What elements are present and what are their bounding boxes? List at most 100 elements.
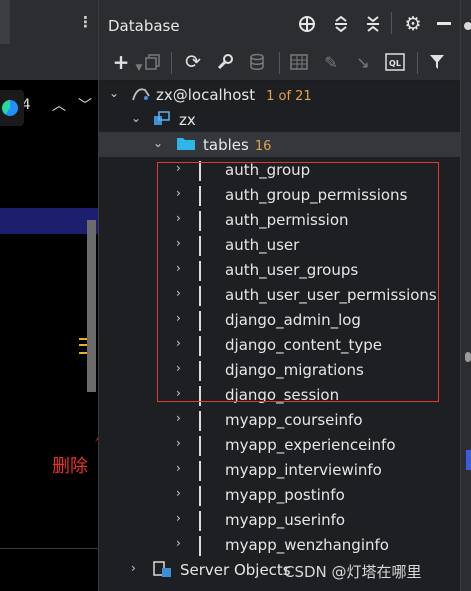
table-label: auth_user: [225, 236, 300, 254]
right-tool-strip: [460, 0, 471, 591]
tree-node-table[interactable]: › myapp_courseinfo: [99, 407, 461, 432]
divider: [391, 12, 392, 34]
chevron-down-icon[interactable]: ⌄: [153, 135, 165, 151]
tree-node-table[interactable]: › myapp_userinfo: [99, 507, 461, 532]
hide-panel-icon[interactable]: [433, 13, 455, 35]
table-label: auth_permission: [225, 211, 349, 229]
chevron-right-icon[interactable]: ›: [176, 185, 188, 201]
chevron-right-icon[interactable]: ›: [176, 160, 188, 176]
edit-icon[interactable]: ✎: [319, 50, 343, 74]
divider: [417, 52, 418, 74]
collapse-all-icon[interactable]: [363, 14, 383, 34]
wrench-icon[interactable]: [213, 50, 237, 74]
table-icon: [199, 386, 201, 406]
table-icon: [199, 211, 201, 231]
gear-icon[interactable]: ⚙: [402, 13, 424, 35]
table-label: auth_user_groups: [225, 261, 359, 279]
table-label: myapp_interviewinfo: [225, 461, 382, 479]
table-icon: [199, 436, 201, 456]
chevron-right-icon[interactable]: ›: [176, 235, 188, 251]
chevron-right-icon[interactable]: ›: [176, 485, 188, 501]
tree-node-table[interactable]: › myapp_interviewinfo: [99, 457, 461, 482]
table-icon: [199, 261, 201, 281]
table-label: django_admin_log: [225, 311, 361, 329]
tree-node-table[interactable]: › auth_user_user_permissions: [99, 282, 461, 307]
tree-node-tables-folder[interactable]: ⌄ tables 16: [99, 132, 461, 157]
annotation-text: 删除: [52, 456, 88, 477]
table-icon: [199, 186, 201, 206]
chevron-right-icon[interactable]: ›: [176, 385, 188, 401]
tree-node-table[interactable]: › auth_user_groups: [99, 257, 461, 282]
mysql-icon: [131, 86, 151, 106]
table-icon: [199, 461, 201, 481]
server-objects-label: Server Objects: [180, 561, 291, 579]
schema-icon: [153, 111, 171, 131]
expand-all-icon[interactable]: [331, 14, 351, 34]
tree-node-table[interactable]: › django_session: [99, 382, 461, 407]
panel-toolbar: + ▼ ⟳ ✎ ↘ QL: [99, 44, 461, 81]
ql-console-icon[interactable]: QL: [383, 50, 407, 74]
table-icon: [199, 336, 201, 356]
table-icon: [199, 536, 201, 556]
chevron-right-icon[interactable]: ›: [176, 310, 188, 326]
schema-label: zx: [179, 111, 196, 129]
duplicate-icon[interactable]: [141, 50, 165, 74]
tree-node-table[interactable]: › django_content_type: [99, 332, 461, 357]
chevron-right-icon[interactable]: ›: [176, 460, 188, 476]
table-icon: [199, 286, 201, 306]
chevron-right-icon[interactable]: ›: [176, 360, 188, 376]
tree-node-table[interactable]: › auth_group_permissions: [99, 182, 461, 207]
tree-node-table[interactable]: › auth_permission: [99, 207, 461, 232]
table-label: myapp_postinfo: [225, 486, 345, 504]
tree-node-table[interactable]: › django_admin_log: [99, 307, 461, 332]
chevron-right-icon[interactable]: ›: [176, 260, 188, 276]
table-label: myapp_experienceinfo: [225, 436, 396, 454]
table-icon: [199, 161, 201, 181]
tree-node-table[interactable]: › auth_user: [99, 232, 461, 257]
table-icon: [199, 361, 201, 381]
table-label: myapp_wenzhanginfo: [225, 536, 389, 554]
chevron-right-icon[interactable]: ›: [131, 560, 143, 576]
table-label: django_session: [225, 386, 340, 404]
table-label: auth_group: [225, 161, 311, 179]
tree-node-table[interactable]: › auth_group: [99, 157, 461, 182]
filter-icon[interactable]: [425, 50, 449, 74]
chevron-right-icon[interactable]: ›: [176, 535, 188, 551]
chevron-right-icon[interactable]: ›: [176, 285, 188, 301]
tree-node-table[interactable]: › myapp_postinfo: [99, 482, 461, 507]
tree-node-table[interactable]: › django_migrations: [99, 357, 461, 382]
database-panel: Database ⚙ + ▼ ⟳ ✎ ↘ QL ⌄ zx@localhost 1…: [98, 0, 461, 591]
chevron-down-icon[interactable]: ⌄: [131, 110, 143, 126]
panel-titlebar: Database ⚙: [99, 0, 461, 44]
table-view-icon[interactable]: [287, 50, 311, 74]
connection-label: zx@localhost: [156, 86, 256, 104]
chevron-right-icon[interactable]: ›: [176, 335, 188, 351]
notification-icon[interactable]: [464, 22, 471, 30]
refresh-icon[interactable]: ⟳: [181, 50, 205, 74]
table-label: django_content_type: [225, 336, 383, 354]
table-label: myapp_courseinfo: [225, 411, 363, 429]
table-icon: [199, 311, 201, 331]
table-icon: [199, 236, 201, 256]
tree-node-table[interactable]: › myapp_wenzhanginfo: [99, 532, 461, 557]
chevron-right-icon[interactable]: ›: [176, 410, 188, 426]
marker-icon: [465, 352, 471, 362]
jump-icon[interactable]: ↘: [351, 50, 375, 74]
tree-node-schema[interactable]: ⌄ zx: [99, 107, 461, 132]
connection-meta: 1 of 21: [266, 89, 312, 104]
panel-title: Database: [108, 17, 180, 35]
table-icon: [199, 511, 201, 531]
chevron-down-icon[interactable]: ⌄: [109, 85, 121, 101]
table-label: myapp_userinfo: [225, 511, 346, 529]
database-stack-icon[interactable]: [245, 50, 269, 74]
chevron-right-icon[interactable]: ›: [176, 435, 188, 451]
chevron-right-icon[interactable]: ›: [176, 510, 188, 526]
tree-node-table[interactable]: › myapp_experienceinfo: [99, 432, 461, 457]
watermark: CSDN @灯塔在哪里: [284, 563, 422, 581]
table-icon: [199, 486, 201, 506]
crosshair-icon[interactable]: [297, 14, 317, 34]
tree-node-connection[interactable]: ⌄ zx@localhost 1 of 21: [99, 82, 461, 107]
chevron-right-icon[interactable]: ›: [176, 210, 188, 226]
tables-folder-label: tables: [203, 136, 249, 154]
divider: [279, 52, 280, 74]
